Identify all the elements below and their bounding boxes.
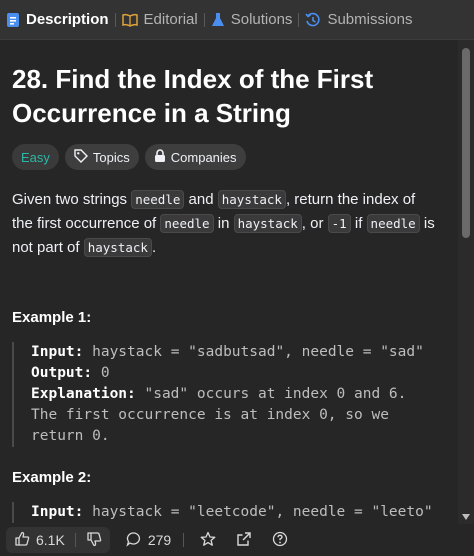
description-icon — [6, 12, 20, 28]
inline-code: needle — [366, 214, 420, 233]
explanation-value: "sad" occurs at index 0 and 6. — [135, 386, 407, 402]
tab-description[interactable]: Description — [0, 0, 115, 40]
question-icon — [272, 531, 288, 550]
input-value: haystack = "leetcode", needle = "leeto" — [83, 504, 433, 520]
comments-button[interactable]: 279 — [126, 524, 171, 556]
input-label: Input: — [31, 344, 84, 360]
tab-solutions[interactable]: Solutions — [205, 0, 299, 40]
problem-panel: Description Editorial Solutions Submissi… — [0, 0, 474, 556]
tab-submissions[interactable]: Submissions — [299, 0, 418, 40]
tab-editorial[interactable]: Editorial — [116, 0, 204, 40]
scrollbar[interactable] — [458, 40, 474, 524]
tab-solutions-label: Solutions — [230, 11, 293, 28]
comment-count: 279 — [147, 532, 172, 548]
example-explanation-line: Explanation: "sad" occurs at index 0 and… — [31, 384, 458, 405]
comment-icon — [126, 531, 142, 550]
book-icon — [121, 13, 138, 27]
explanation-label: Explanation: — [31, 386, 136, 402]
description-text: . — [151, 239, 157, 256]
tag-icon — [74, 148, 88, 166]
scrollbar-thumb[interactable] — [462, 48, 470, 238]
tab-bar: Description Editorial Solutions Submissi… — [0, 0, 474, 40]
difficulty-label: Easy — [21, 149, 50, 165]
vote-group: 6.1K — [6, 527, 110, 553]
input-value: haystack = "sadbutsad", needle = "sad" — [83, 344, 424, 360]
example-1-block: Input: haystack = "sadbutsad", needle = … — [12, 342, 458, 447]
vote-divider — [74, 533, 76, 547]
example-input-line: Input: haystack = "sadbutsad", needle = … — [31, 342, 458, 363]
tab-submissions-label: Submissions — [327, 11, 413, 28]
like-button[interactable]: 6.1K — [14, 524, 65, 556]
inline-code: haystack — [83, 238, 152, 257]
history-icon — [305, 12, 321, 28]
thumbs-down-icon — [86, 531, 102, 550]
favorite-button[interactable] — [200, 524, 216, 556]
example-input-line: Input: haystack = "leetcode", needle = "… — [31, 502, 458, 523]
share-button[interactable] — [236, 524, 252, 556]
companies-label: Companies — [170, 149, 237, 165]
dislike-button[interactable] — [86, 524, 102, 556]
description-text: Given two strings — [12, 191, 132, 208]
example-output-line: Output: 0 — [31, 363, 458, 384]
like-count: 6.1K — [36, 532, 65, 548]
example-2-block: Input: haystack = "leetcode", needle = "… — [12, 502, 458, 523]
description-text: in — [213, 215, 234, 232]
description-content: 28. Find the Index of the First Occurren… — [0, 40, 458, 524]
share-icon — [236, 531, 252, 550]
help-button[interactable] — [272, 524, 288, 556]
problem-title: 28. Find the Index of the First Occurren… — [12, 64, 374, 128]
tab-editorial-label: Editorial — [143, 11, 198, 28]
example-explanation-line: return 0. — [31, 428, 110, 444]
description-text: if — [350, 215, 367, 232]
tag-row: Easy Topics Companies — [12, 144, 458, 170]
lock-icon — [154, 148, 166, 166]
example-1-title: Example 1: — [12, 309, 92, 326]
inline-code: haystack — [217, 190, 286, 209]
inline-code: needle — [160, 214, 214, 233]
description-text: , or — [301, 215, 328, 232]
scroll-down-arrow-icon[interactable] — [462, 514, 470, 520]
tab-description-label: Description — [26, 11, 109, 28]
star-icon — [200, 531, 216, 550]
inline-code: haystack — [233, 214, 302, 233]
flask-icon — [211, 12, 225, 28]
topics-label: Topics — [92, 149, 130, 165]
topics-button[interactable]: Topics — [64, 144, 139, 170]
thumbs-up-icon — [14, 531, 30, 550]
example-2-title: Example 2: — [12, 469, 92, 486]
inline-code: needle — [131, 190, 185, 209]
output-value: 0 — [92, 365, 110, 381]
action-bar: 6.1K 279 — [0, 524, 474, 556]
inline-code: -1 — [327, 214, 351, 233]
problem-description: Given two strings needle and haystack, r… — [12, 188, 437, 260]
output-label: Output: — [31, 365, 93, 381]
action-divider — [183, 533, 185, 547]
companies-button[interactable]: Companies — [144, 144, 246, 170]
input-label: Input: — [31, 504, 84, 520]
difficulty-badge: Easy — [12, 144, 59, 170]
example-explanation-line: The first occurrence is at index 0, so w… — [31, 407, 389, 423]
description-text: and — [184, 191, 218, 208]
